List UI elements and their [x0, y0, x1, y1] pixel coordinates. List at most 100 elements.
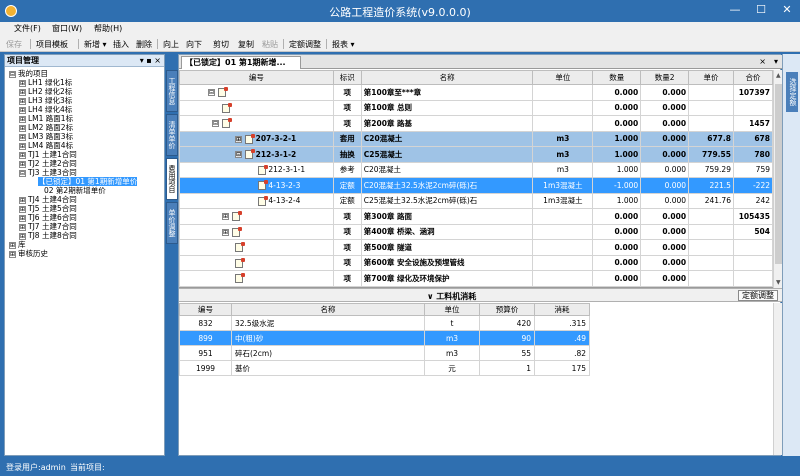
- col-unit-price[interactable]: 单价: [688, 70, 734, 85]
- document-tab-active[interactable]: 【已锁定】01 第1期新增...: [181, 56, 301, 69]
- close-tab-icon[interactable]: ×: [759, 57, 766, 66]
- tree-node-library[interactable]: ⊞ 库: [9, 240, 26, 249]
- table-row[interactable]: 项 第100章 总则 0.000 0.000: [179, 99, 773, 116]
- material-consumption-title[interactable]: ∨ 工料机消耗: [427, 291, 476, 302]
- delete-button[interactable]: 删除: [136, 39, 152, 50]
- col-mat-code[interactable]: 编号: [179, 303, 232, 316]
- tree-node-project[interactable]: ⊞ LM3 路面3标: [19, 132, 73, 141]
- expand-icon[interactable]: ⊞: [19, 124, 26, 132]
- expand-icon[interactable]: ⊞: [222, 213, 229, 220]
- tree-node-project[interactable]: ⊞ TJ1 土建1合同: [19, 150, 77, 159]
- scroll-down-arrow-icon[interactable]: ▼: [776, 279, 781, 286]
- tree-node-project[interactable]: ⊞ TJ4 土建4合同: [19, 195, 77, 204]
- table-row[interactable]: ⊞ 项 第300章 路面 0.000 0.000 105435: [179, 208, 773, 225]
- table-row[interactable]: ⊞ 207-3-2-1 套用 C20混凝土 m3 1.000 0.000 677…: [179, 130, 773, 147]
- tab-project-info[interactable]: 工程信息: [166, 70, 178, 112]
- minimize-button[interactable]: —: [722, 0, 748, 20]
- collapse-icon[interactable]: ⊟: [235, 151, 242, 158]
- save-button[interactable]: 保存: [6, 39, 22, 50]
- menu-file[interactable]: 文件(F): [14, 23, 41, 34]
- expand-icon[interactable]: ⊞: [19, 160, 26, 168]
- collapse-icon[interactable]: ⊟: [208, 89, 215, 96]
- table-row[interactable]: 项 第500章 隧道 0.000 0.000: [179, 239, 773, 256]
- expand-icon[interactable]: ⊞: [19, 115, 26, 123]
- expand-icon[interactable]: ⊞: [9, 241, 16, 249]
- menu-help[interactable]: 帮助(H): [94, 23, 122, 34]
- tab-unit-price-list[interactable]: 清单单价: [166, 114, 178, 156]
- col-total[interactable]: 合价: [732, 70, 773, 85]
- collapse-icon[interactable]: ⊟: [212, 120, 219, 127]
- insert-button[interactable]: 插入: [113, 39, 129, 50]
- tab-list-chevron-icon[interactable]: ▾: [774, 57, 778, 66]
- table-row-selected[interactable]: 4-13-2-3 定额 C20混凝土32.5水泥2cm碎(砾)石 1m3混凝土 …: [179, 177, 773, 194]
- quota-adjust-button[interactable]: 定额调整: [289, 39, 321, 50]
- expand-icon[interactable]: ⊞: [19, 151, 26, 159]
- expand-icon[interactable]: ⊞: [19, 133, 26, 141]
- scrollbar-thumb[interactable]: [775, 84, 782, 264]
- close-window-button[interactable]: ✕: [774, 0, 800, 20]
- table-row[interactable]: 4-13-2-4 定额 C25混凝土32.5水泥2cm碎(砾)石 1m3混凝土 …: [179, 192, 773, 209]
- tab-price-adjust[interactable]: 单价调整: [166, 202, 178, 244]
- expand-icon[interactable]: ⊞: [19, 97, 26, 105]
- tree-node-project[interactable]: ⊞ LH4 绿化4标: [19, 105, 72, 114]
- collapse-icon[interactable]: ⊟: [19, 169, 26, 177]
- add-dropdown-button[interactable]: 新增 ▾: [84, 39, 107, 50]
- table-row[interactable]: ⊟ 项 第100章至***章 0.000 0.000 107397: [179, 84, 773, 101]
- quota-adjust-lower-button[interactable]: 定额调整: [738, 290, 778, 301]
- tree-node-project[interactable]: ⊞ LM2 路面2标: [19, 123, 73, 132]
- table-row[interactable]: ⊟ 212-3-1-2 抽换 C25混凝土 m3 1.000 0.000 779…: [179, 146, 773, 163]
- move-down-button[interactable]: 向下: [186, 39, 202, 50]
- menu-window[interactable]: 窗口(W): [52, 23, 82, 34]
- col-unit[interactable]: 单位: [532, 70, 594, 85]
- table-row[interactable]: 项 第700章 绿化及环境保护 0.000 0.000: [179, 270, 773, 287]
- expand-icon[interactable]: ⊞: [235, 135, 242, 143]
- tree-node-root[interactable]: ⊟ 我的项目: [9, 69, 48, 78]
- table-row[interactable]: ⊟ 项 第200章 路基 0.000 0.000 1457: [179, 115, 773, 132]
- expand-icon[interactable]: ⊞: [19, 205, 26, 213]
- expand-icon[interactable]: ⊞: [19, 214, 26, 222]
- tree-node-period-selected[interactable]: 【已锁定】01 第1期新增单价: [38, 177, 138, 186]
- expand-icon[interactable]: ⊞: [9, 250, 16, 258]
- table-row-selected[interactable]: 899 中(粗)砂 m3 90 .49: [179, 330, 590, 346]
- expand-icon[interactable]: ⊞: [222, 228, 229, 236]
- tree-node-period[interactable]: 02 第2期新增单价: [44, 186, 106, 195]
- tree-node-audit-history[interactable]: ⊞ 审核历史: [9, 249, 48, 258]
- tree-node-project[interactable]: ⊞ TJ5 土建5合同: [19, 204, 77, 213]
- tree-node-project[interactable]: ⊟ TJ3 土建3合同: [19, 168, 77, 177]
- paste-button[interactable]: 粘贴: [262, 39, 278, 50]
- col-name[interactable]: 名称: [360, 70, 534, 85]
- select-quota-tab[interactable]: 选择定额: [786, 72, 798, 112]
- scroll-up-arrow-icon[interactable]: ▲: [776, 72, 781, 79]
- tree-node-project[interactable]: ⊞ TJ6 土建6合同: [19, 213, 77, 222]
- expand-icon[interactable]: ⊞: [19, 142, 26, 150]
- table-row[interactable]: 951 碎石(2cm) m3 55 .82: [179, 345, 590, 361]
- collapse-icon[interactable]: ⊟: [9, 70, 16, 78]
- tab-cost-items[interactable]: 费用项目: [166, 158, 178, 200]
- expand-icon[interactable]: ⊞: [19, 79, 26, 87]
- col-mat-name[interactable]: 名称: [231, 303, 425, 316]
- expand-icon[interactable]: ⊞: [19, 223, 26, 231]
- grid-vertical-scrollbar[interactable]: ▲ ▼: [773, 70, 782, 288]
- tree-node-project[interactable]: ⊞ LM1 路面1标: [19, 114, 73, 123]
- tree-node-project[interactable]: ⊞ LH3 绿化3标: [19, 96, 72, 105]
- tree-node-project[interactable]: ⊞ TJ7 土建7合同: [19, 222, 77, 231]
- project-template-button[interactable]: 项目模板: [36, 39, 68, 50]
- table-row[interactable]: ⊞ 项 第400章 桥梁、涵洞 0.000 0.000 504: [179, 223, 773, 240]
- expand-icon[interactable]: ⊞: [19, 88, 26, 96]
- expand-icon[interactable]: ⊞: [19, 232, 26, 240]
- col-quantity2[interactable]: 数量2: [640, 70, 690, 85]
- expand-icon[interactable]: ⊞: [19, 196, 26, 204]
- tree-node-project[interactable]: ⊞ LH2 绿化2标: [19, 87, 72, 96]
- tree-node-project[interactable]: ⊞ TJ8 土建8合同: [19, 231, 77, 240]
- tree-node-project[interactable]: ⊞ TJ2 土建2合同: [19, 159, 77, 168]
- move-up-button[interactable]: 向上: [163, 39, 179, 50]
- col-mat-consume[interactable]: 消耗: [534, 303, 590, 316]
- table-row[interactable]: 212-3-1-1 参考 C20混凝土 m3 1.000 0.000 759.2…: [179, 161, 773, 178]
- table-row[interactable]: 832 32.5级水泥 t 420 .315: [179, 315, 590, 331]
- expand-icon[interactable]: ⊞: [19, 106, 26, 114]
- tree-node-project[interactable]: ⊞ LM4 路面4标: [19, 141, 73, 150]
- panel-pin-close-icon[interactable]: ▾ ▪ ×: [140, 55, 161, 66]
- report-dropdown-button[interactable]: 报表 ▾: [332, 39, 355, 50]
- table-row[interactable]: 项 第600章 安全设施及预埋管线 0.000 0.000: [179, 254, 773, 271]
- cut-button[interactable]: 剪切: [213, 39, 229, 50]
